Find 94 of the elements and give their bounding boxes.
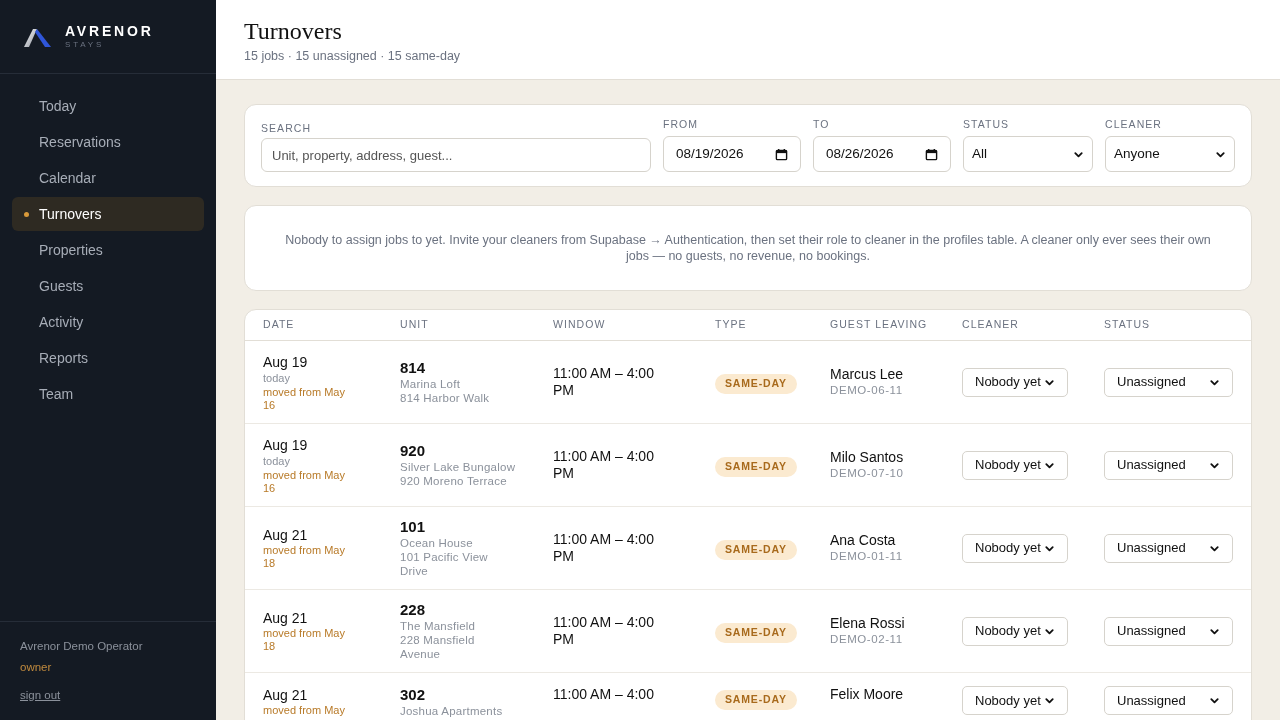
- dropdown[interactable]: Anyone: [1105, 136, 1235, 173]
- brand-tagline: STAYS: [65, 41, 106, 49]
- time-window: 11:00 AM – 4:00 PM: [553, 365, 678, 399]
- type-tag: SAME-DAY: [715, 374, 797, 394]
- date-field[interactable]: 08/19/2026: [663, 136, 801, 173]
- moved-note: moved from May 16: [263, 468, 346, 495]
- dropdown[interactable]: Unassigned: [1104, 616, 1233, 646]
- booking-code: DEMO-07-10: [830, 466, 905, 481]
- type-tag: SAME-DAY: [715, 690, 797, 710]
- field-label: CLEANER: [1105, 118, 1163, 130]
- property-name: Ocean House: [400, 536, 474, 550]
- nav-item[interactable]: Today: [12, 89, 204, 123]
- dropdown[interactable]: Unassigned: [1104, 450, 1233, 480]
- type-tag: SAME-DAY: [715, 623, 797, 643]
- nav-item[interactable]: Calendar: [12, 161, 204, 195]
- page-title: Turnovers: [244, 17, 343, 45]
- notice-text: Nobody to assign jobs to yet. Invite your cleaners from Supabase → Authentication, then set their role to cleaner in the profiles table. A cleaner only ever sees their own jobs — no guests, no revenue, no bookings.: [284, 232, 1212, 264]
- time-window: 11:00 AM – 4:00 PM: [553, 448, 678, 482]
- unit-number: 302: [400, 686, 427, 704]
- dropdown[interactable]: Nobody yet: [962, 450, 1068, 480]
- guest-name: Elena Rossi: [830, 615, 906, 632]
- nav-item[interactable]: Turnovers: [12, 197, 204, 231]
- brand-name: AVRENOR: [65, 24, 154, 38]
- field-label: TO: [813, 118, 831, 130]
- guest-name: Felix Moore: [830, 686, 905, 703]
- column-header: WINDOW: [553, 317, 607, 333]
- column-header: CLEANER: [962, 317, 1020, 333]
- property-name: The Mansfield: [400, 619, 477, 633]
- property-name: Marina Loft: [400, 377, 462, 391]
- unit-number: 228: [400, 601, 427, 619]
- page-summary: 15 jobs · 15 unassigned · 15 same-day: [244, 48, 462, 65]
- calendar-icon: [925, 147, 938, 161]
- column-header: STATUS: [1104, 317, 1152, 333]
- date-note: today: [263, 453, 291, 469]
- date-field[interactable]: 08/26/2026: [813, 136, 951, 173]
- dropdown[interactable]: Unassigned: [1104, 533, 1233, 563]
- booking-code: DEMO-01-11: [830, 549, 904, 564]
- search-field[interactable]: Unit, property, address, guest...: [261, 138, 651, 173]
- column-header: DATE: [263, 317, 296, 333]
- guest-name: Marcus Lee: [830, 366, 905, 383]
- nav-item[interactable]: Activity: [12, 305, 204, 339]
- dropdown[interactable]: Nobody yet: [962, 533, 1068, 563]
- date-text: Aug 19: [263, 352, 309, 371]
- moved-note: moved from May: [263, 704, 346, 717]
- dropdown[interactable]: Nobody yet: [962, 686, 1068, 715]
- moved-note: moved from May 18: [263, 544, 346, 570]
- nav-item[interactable]: Reservations: [12, 125, 204, 159]
- user-role: owner: [20, 659, 53, 675]
- booking-code: DEMO-02-11: [830, 632, 904, 647]
- time-window: 11:00 AM – 4:00: [553, 686, 678, 703]
- column-header: UNIT: [400, 317, 430, 333]
- dropdown[interactable]: Nobody yet: [962, 616, 1068, 646]
- date-text: Aug 21: [263, 609, 309, 627]
- property-name: Joshua Apartments: [400, 704, 504, 718]
- chevron-down-icon: [1209, 695, 1220, 706]
- date-text: Aug 21: [263, 526, 309, 544]
- moved-note: moved from May 16: [263, 385, 346, 412]
- field-label: STATUS: [963, 118, 1011, 130]
- chevron-down-icon: [1044, 695, 1055, 706]
- guest-name: Milo Santos: [830, 449, 905, 466]
- field-label: SEARCH: [261, 122, 313, 134]
- dropdown[interactable]: Nobody yet: [962, 367, 1068, 397]
- type-tag: SAME-DAY: [715, 540, 797, 560]
- property-address: 228 Mansfield Avenue: [400, 633, 476, 661]
- guest-name: Ana Costa: [830, 532, 897, 549]
- unit-number: 920: [400, 442, 427, 460]
- property-address: 814 Harbor Walk: [400, 391, 491, 405]
- nav-item[interactable]: Guests: [12, 269, 204, 303]
- nav-item[interactable]: Reports: [12, 341, 204, 375]
- date-note: today: [263, 370, 291, 386]
- time-window: 11:00 AM – 4:00 PM: [553, 614, 678, 648]
- user-name: Avrenor Demo Operator: [20, 639, 144, 655]
- booking-code: DEMO-06-11: [830, 383, 904, 398]
- dropdown[interactable]: Unassigned: [1104, 686, 1233, 715]
- nav-item[interactable]: Team: [12, 377, 204, 411]
- type-tag: SAME-DAY: [715, 457, 797, 477]
- field-label: FROM: [663, 118, 700, 130]
- moved-note: moved from May 18: [263, 627, 346, 653]
- time-window: 11:00 AM – 4:00 PM: [553, 531, 678, 565]
- property-address: 101 Pacific View Drive: [400, 550, 489, 578]
- property-name: Silver Lake Bungalow: [400, 460, 517, 474]
- date-text: Aug 19: [263, 435, 309, 454]
- logo-icon: [24, 26, 51, 47]
- property-address: 920 Moreno Terrace: [400, 474, 508, 488]
- unit-number: 814: [400, 359, 427, 377]
- dropdown[interactable]: All: [963, 136, 1093, 173]
- nav-item[interactable]: Properties: [12, 233, 204, 267]
- sign-out-link[interactable]: sign out: [20, 686, 61, 704]
- column-header: GUEST LEAVING: [830, 317, 929, 333]
- unit-number: 101: [400, 518, 427, 536]
- date-text: Aug 21: [263, 686, 309, 704]
- column-header: TYPE: [715, 317, 748, 333]
- calendar-icon: [775, 147, 788, 161]
- dropdown[interactable]: Unassigned: [1104, 367, 1233, 397]
